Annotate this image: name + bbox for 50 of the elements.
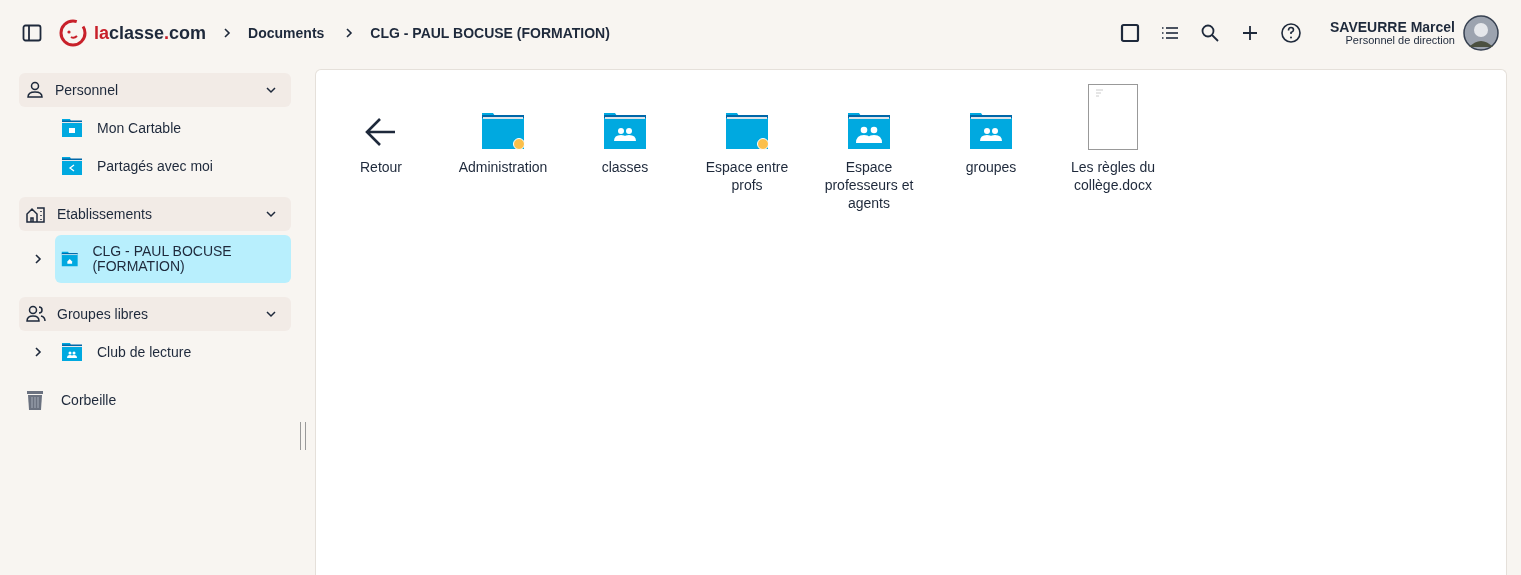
help-icon [1280, 22, 1302, 44]
chevron-icon [265, 308, 277, 320]
expand-icon[interactable] [33, 253, 43, 265]
breadcrumb-link[interactable]: Documents [248, 25, 325, 41]
trash-item[interactable]: Corbeille [19, 383, 291, 417]
user-name: SAVEURRE Marcel [1330, 19, 1455, 35]
logo-text: laclasse.com [94, 22, 207, 44]
sidebar-item[interactable]: CLG - PAUL BOCUSE (FORMATION) [55, 235, 291, 283]
avatar[interactable] [1463, 15, 1499, 51]
folder-icon [61, 156, 83, 176]
trash-icon [25, 389, 45, 411]
resize-handle[interactable] [300, 421, 306, 450]
logo[interactable]: laclasse.com [58, 18, 207, 48]
file-item[interactable]: Les règles du collège.docx [1052, 80, 1174, 212]
section-header[interactable]: Groupes libres [19, 297, 291, 331]
folder-icon [847, 110, 891, 150]
folder-icon [61, 342, 83, 362]
sidebar-item[interactable]: Partagés avec moi [55, 149, 291, 183]
sidebar-item[interactable]: Mon Cartable [55, 111, 291, 145]
document-thumbnail [1088, 84, 1138, 150]
folder-item[interactable]: Espace entre profs [686, 80, 808, 212]
square-icon [1120, 23, 1140, 43]
breadcrumb-link[interactable]: CLG - PAUL BOCUSE (FORMATION) [370, 25, 610, 41]
folder-item[interactable]: classes [564, 80, 686, 212]
folder-item[interactable]: Espace professeurs et agents [808, 80, 930, 212]
folder-item[interactable]: groupes [930, 80, 1052, 212]
folder-icon [603, 110, 647, 150]
folder-icon [481, 110, 525, 150]
user-role: Personnel de direction [1345, 34, 1455, 47]
chevron-icon [265, 84, 277, 96]
back-button[interactable]: Retour [320, 80, 442, 212]
chevron-right-icon [344, 27, 355, 39]
section-header[interactable]: Personnel [19, 73, 291, 107]
folder-icon [969, 110, 1013, 150]
chevron-right-icon [222, 27, 233, 39]
people-icon [25, 304, 47, 324]
folder-icon [61, 118, 83, 138]
sidebar-toggle-icon[interactable] [22, 23, 42, 43]
folder-icon [725, 110, 769, 150]
search-icon [1200, 23, 1220, 43]
person-icon [25, 80, 45, 100]
logo-icon [58, 18, 88, 48]
folder-icon [61, 249, 79, 269]
plus-icon [1240, 23, 1260, 43]
folder-item[interactable]: Administration [442, 80, 564, 212]
chevron-icon [265, 208, 277, 220]
building-icon [25, 204, 47, 224]
sidebar-item[interactable]: Club de lecture [55, 335, 291, 369]
expand-icon[interactable] [33, 346, 43, 358]
section-header[interactable]: Etablissements [19, 197, 291, 231]
